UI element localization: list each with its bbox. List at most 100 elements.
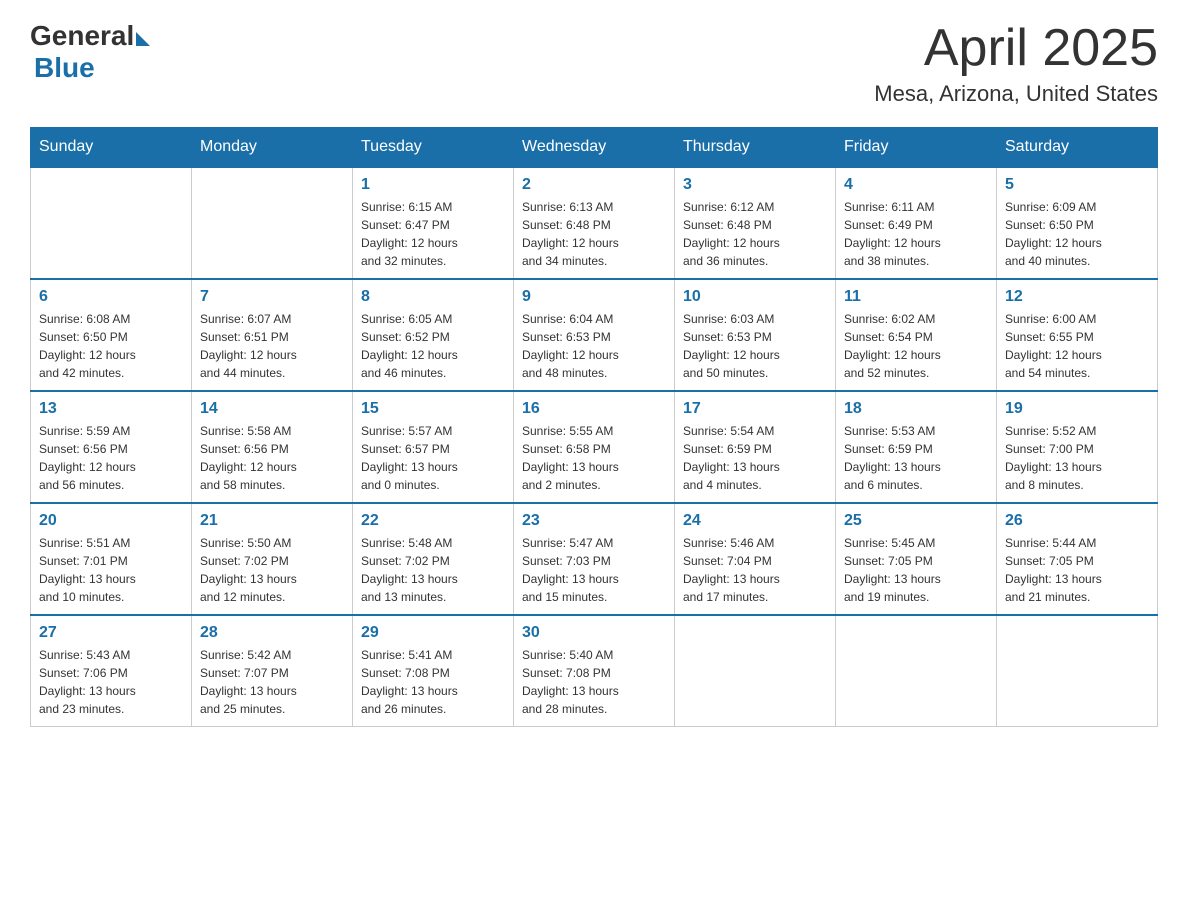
- column-header-friday: Friday: [836, 128, 997, 168]
- calendar-cell: 18Sunrise: 5:53 AM Sunset: 6:59 PM Dayli…: [836, 391, 997, 503]
- calendar-cell: 24 Sunrise: 5:46 AM Sunset: 7:04 PM Dayli…: [675, 503, 836, 615]
- location-text: Mesa, Arizona, United States: [874, 81, 1158, 107]
- day-number: 16: [522, 400, 666, 418]
- week-row-2: 6 Sunrise: 6:08 AM Sunset: 6:50 PM Daylig…: [31, 279, 1158, 391]
- day-number: 1: [361, 176, 505, 194]
- day-info: Sunrise: 6:04 AM Sunset: 6:53 PM Dayligh…: [522, 310, 666, 382]
- day-number: 5: [1005, 176, 1149, 194]
- calendar-cell: 12Sunrise: 6:00 AM Sunset: 6:55 PM Dayli…: [997, 279, 1158, 391]
- day-info: Sunrise: 6:09 AM Sunset: 6:50 PM Dayligh…: [1005, 198, 1149, 270]
- day-info: Sunrise: 6:00 AM Sunset: 6:55 PM Dayligh…: [1005, 310, 1149, 382]
- day-number: 7: [200, 288, 344, 306]
- logo-arrow-icon: [136, 32, 150, 46]
- calendar-cell: 3 Sunrise: 6:12 AM Sunset: 6:48 PM Daylig…: [675, 167, 836, 279]
- calendar-cell: 29 Sunrise: 5:41 AM Sunset: 7:08 PM Dayli…: [353, 615, 514, 727]
- day-info: Sunrise: 6:15 AM Sunset: 6:47 PM Dayligh…: [361, 198, 505, 270]
- day-info: Sunrise: 5:51 AM Sunset: 7:01 PM Dayligh…: [39, 534, 183, 606]
- day-info: Sunrise: 5:59 AM Sunset: 6:56 PM Dayligh…: [39, 422, 183, 494]
- week-row-5: 27 Sunrise: 5:43 AM Sunset: 7:06 PM Dayli…: [31, 615, 1158, 727]
- day-info: Sunrise: 5:44 AM Sunset: 7:05 PM Dayligh…: [1005, 534, 1149, 606]
- month-title: April 2025: [874, 20, 1158, 77]
- column-header-thursday: Thursday: [675, 128, 836, 168]
- page-header: General Blue April 2025 Mesa, Arizona, U…: [30, 20, 1158, 107]
- calendar-cell: 25Sunrise: 5:45 AM Sunset: 7:05 PM Dayli…: [836, 503, 997, 615]
- calendar-cell: 27 Sunrise: 5:43 AM Sunset: 7:06 PM Dayli…: [31, 615, 192, 727]
- day-info: Sunrise: 6:05 AM Sunset: 6:52 PM Dayligh…: [361, 310, 505, 382]
- day-number: 29: [361, 624, 505, 642]
- day-number: 14: [200, 400, 344, 418]
- calendar-cell: [31, 167, 192, 279]
- calendar-cell: 8Sunrise: 6:05 AM Sunset: 6:52 PM Daylig…: [353, 279, 514, 391]
- calendar-cell: 2 Sunrise: 6:13 AM Sunset: 6:48 PM Daylig…: [514, 167, 675, 279]
- calendar-cell: 6 Sunrise: 6:08 AM Sunset: 6:50 PM Daylig…: [31, 279, 192, 391]
- calendar-cell: 7 Sunrise: 6:07 AM Sunset: 6:51 PM Daylig…: [192, 279, 353, 391]
- day-number: 30: [522, 624, 666, 642]
- column-header-sunday: Sunday: [31, 128, 192, 168]
- calendar-cell: 4 Sunrise: 6:11 AM Sunset: 6:49 PM Daylig…: [836, 167, 997, 279]
- day-info: Sunrise: 5:54 AM Sunset: 6:59 PM Dayligh…: [683, 422, 827, 494]
- day-info: Sunrise: 5:41 AM Sunset: 7:08 PM Dayligh…: [361, 646, 505, 718]
- day-info: Sunrise: 5:46 AM Sunset: 7:04 PM Dayligh…: [683, 534, 827, 606]
- day-number: 13: [39, 400, 183, 418]
- calendar-cell: 22Sunrise: 5:48 AM Sunset: 7:02 PM Dayli…: [353, 503, 514, 615]
- day-number: 4: [844, 176, 988, 194]
- header-row: SundayMondayTuesdayWednesdayThursdayFrid…: [31, 128, 1158, 168]
- calendar-cell: 11Sunrise: 6:02 AM Sunset: 6:54 PM Dayli…: [836, 279, 997, 391]
- day-number: 6: [39, 288, 183, 306]
- day-info: Sunrise: 5:47 AM Sunset: 7:03 PM Dayligh…: [522, 534, 666, 606]
- calendar-cell: [997, 615, 1158, 727]
- day-info: Sunrise: 6:11 AM Sunset: 6:49 PM Dayligh…: [844, 198, 988, 270]
- calendar-cell: 28 Sunrise: 5:42 AM Sunset: 7:07 PM Dayli…: [192, 615, 353, 727]
- week-row-1: 1 Sunrise: 6:15 AM Sunset: 6:47 PM Daylig…: [31, 167, 1158, 279]
- day-info: Sunrise: 5:40 AM Sunset: 7:08 PM Dayligh…: [522, 646, 666, 718]
- day-number: 24: [683, 512, 827, 530]
- day-info: Sunrise: 6:13 AM Sunset: 6:48 PM Dayligh…: [522, 198, 666, 270]
- day-info: Sunrise: 5:52 AM Sunset: 7:00 PM Dayligh…: [1005, 422, 1149, 494]
- day-info: Sunrise: 5:48 AM Sunset: 7:02 PM Dayligh…: [361, 534, 505, 606]
- day-number: 20: [39, 512, 183, 530]
- day-info: Sunrise: 5:58 AM Sunset: 6:56 PM Dayligh…: [200, 422, 344, 494]
- day-info: Sunrise: 5:53 AM Sunset: 6:59 PM Dayligh…: [844, 422, 988, 494]
- calendar-header: SundayMondayTuesdayWednesdayThursdayFrid…: [31, 128, 1158, 168]
- day-number: 21: [200, 512, 344, 530]
- day-info: Sunrise: 5:50 AM Sunset: 7:02 PM Dayligh…: [200, 534, 344, 606]
- day-number: 23: [522, 512, 666, 530]
- day-info: Sunrise: 5:45 AM Sunset: 7:05 PM Dayligh…: [844, 534, 988, 606]
- day-info: Sunrise: 5:55 AM Sunset: 6:58 PM Dayligh…: [522, 422, 666, 494]
- title-section: April 2025 Mesa, Arizona, United States: [874, 20, 1158, 107]
- calendar-cell: [836, 615, 997, 727]
- calendar-cell: 10 Sunrise: 6:03 AM Sunset: 6:53 PM Dayli…: [675, 279, 836, 391]
- day-info: Sunrise: 6:02 AM Sunset: 6:54 PM Dayligh…: [844, 310, 988, 382]
- calendar-cell: 26 Sunrise: 5:44 AM Sunset: 7:05 PM Dayli…: [997, 503, 1158, 615]
- day-number: 19: [1005, 400, 1149, 418]
- column-header-saturday: Saturday: [997, 128, 1158, 168]
- day-info: Sunrise: 5:42 AM Sunset: 7:07 PM Dayligh…: [200, 646, 344, 718]
- day-info: Sunrise: 6:12 AM Sunset: 6:48 PM Dayligh…: [683, 198, 827, 270]
- day-info: Sunrise: 6:08 AM Sunset: 6:50 PM Dayligh…: [39, 310, 183, 382]
- calendar-cell: 15Sunrise: 5:57 AM Sunset: 6:57 PM Dayli…: [353, 391, 514, 503]
- day-number: 3: [683, 176, 827, 194]
- calendar-cell: 19 Sunrise: 5:52 AM Sunset: 7:00 PM Dayli…: [997, 391, 1158, 503]
- day-info: Sunrise: 5:43 AM Sunset: 7:06 PM Dayligh…: [39, 646, 183, 718]
- day-number: 27: [39, 624, 183, 642]
- day-number: 28: [200, 624, 344, 642]
- calendar-cell: 5 Sunrise: 6:09 AM Sunset: 6:50 PM Daylig…: [997, 167, 1158, 279]
- day-number: 10: [683, 288, 827, 306]
- calendar-cell: 23 Sunrise: 5:47 AM Sunset: 7:03 PM Dayli…: [514, 503, 675, 615]
- calendar-cell: [675, 615, 836, 727]
- day-info: Sunrise: 6:07 AM Sunset: 6:51 PM Dayligh…: [200, 310, 344, 382]
- calendar-body: 1 Sunrise: 6:15 AM Sunset: 6:47 PM Daylig…: [31, 167, 1158, 727]
- day-info: Sunrise: 5:57 AM Sunset: 6:57 PM Dayligh…: [361, 422, 505, 494]
- column-header-monday: Monday: [192, 128, 353, 168]
- calendar-cell: 21 Sunrise: 5:50 AM Sunset: 7:02 PM Dayli…: [192, 503, 353, 615]
- calendar-cell: [192, 167, 353, 279]
- column-header-wednesday: Wednesday: [514, 128, 675, 168]
- day-number: 2: [522, 176, 666, 194]
- logo: General Blue: [30, 20, 150, 84]
- logo-general-text: General: [30, 20, 134, 52]
- week-row-4: 20 Sunrise: 5:51 AM Sunset: 7:01 PM Dayli…: [31, 503, 1158, 615]
- calendar-table: SundayMondayTuesdayWednesdayThursdayFrid…: [30, 127, 1158, 727]
- week-row-3: 13 Sunrise: 5:59 AM Sunset: 6:56 PM Dayli…: [31, 391, 1158, 503]
- day-number: 26: [1005, 512, 1149, 530]
- day-info: Sunrise: 6:03 AM Sunset: 6:53 PM Dayligh…: [683, 310, 827, 382]
